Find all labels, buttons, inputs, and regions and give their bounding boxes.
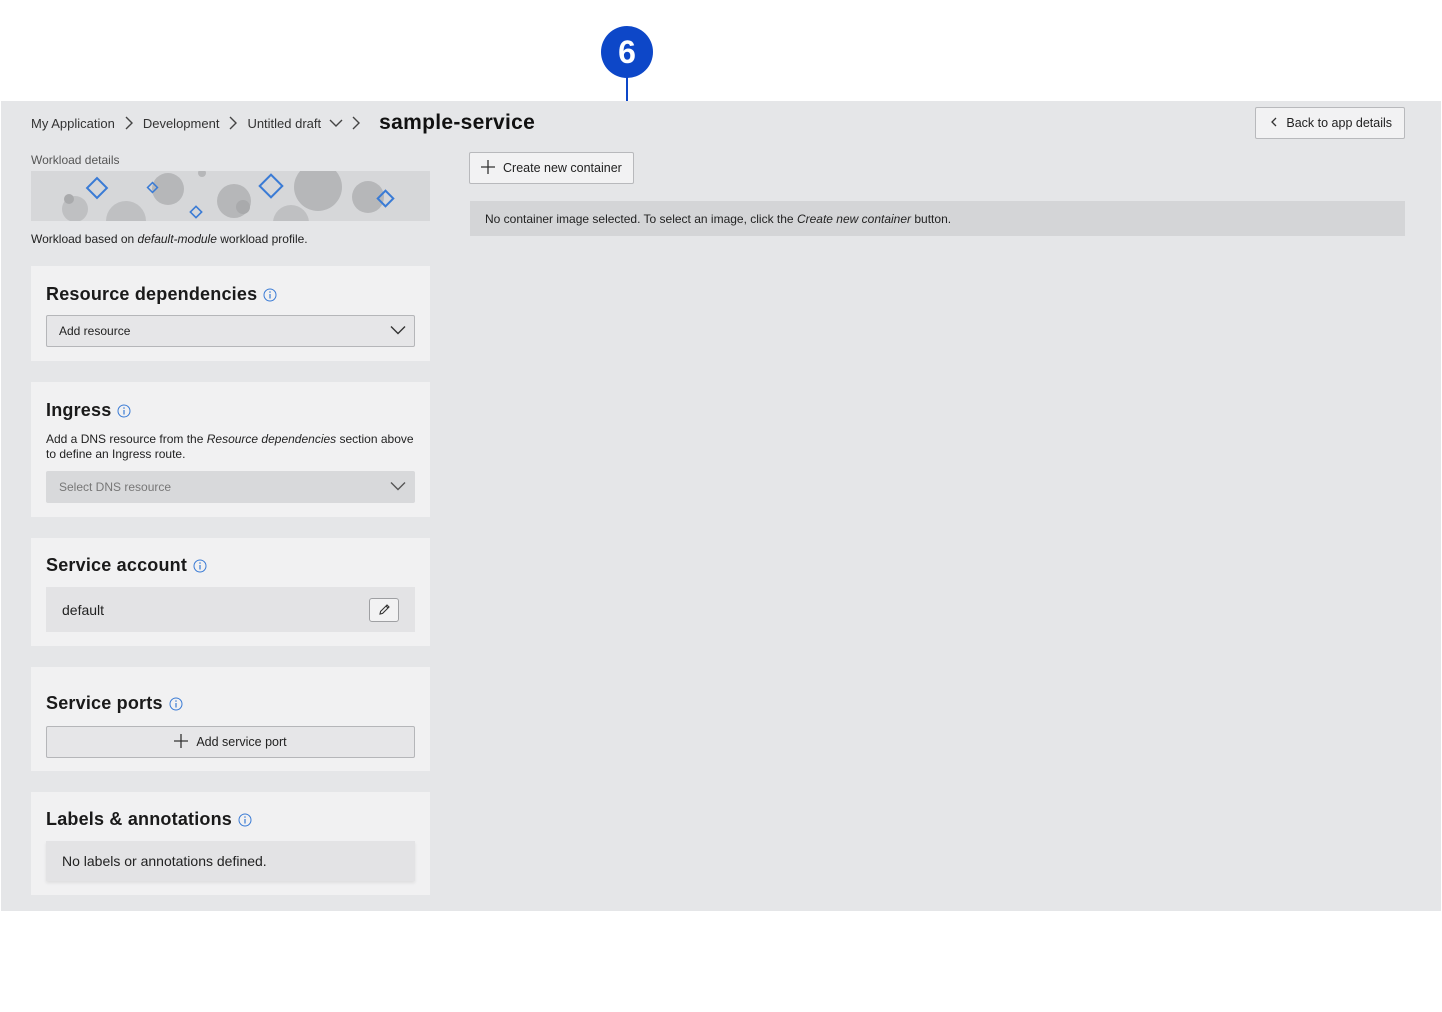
- callout-number: 6: [618, 33, 636, 70]
- notice-suffix: button.: [914, 211, 952, 226]
- labels-annotations-heading: Labels & annotations: [46, 809, 233, 829]
- info-icon[interactable]: [263, 288, 277, 302]
- workload-desc-suffix: workload profile.: [216, 232, 308, 246]
- add-service-port-label: Add service port: [196, 735, 287, 749]
- ingress-title: Ingress: [46, 400, 131, 421]
- info-icon[interactable]: [238, 813, 252, 827]
- info-icon[interactable]: [169, 697, 183, 711]
- edit-service-account-button[interactable]: [369, 597, 399, 622]
- workload-profile-name: default-module: [137, 232, 217, 246]
- workload-profile-description: Workload based on default-module workloa…: [31, 232, 430, 246]
- ingress-description: Add a DNS resource from the Resource dep…: [46, 432, 416, 462]
- back-to-app-details-button[interactable]: Back to app details: [1255, 107, 1405, 139]
- select-dns-resource-select[interactable]: Select DNS resource: [46, 471, 415, 503]
- workload-banner-image: [31, 171, 430, 221]
- no-container-notice: No container image selected. To select a…: [470, 201, 1405, 236]
- add-resource-placeholder: Add resource: [59, 324, 131, 338]
- workload-desc-prefix: Workload based on: [31, 232, 138, 246]
- service-account-value: default: [62, 601, 105, 618]
- callout-badge: 6: [601, 26, 653, 78]
- resource-dependencies-heading: Resource dependencies: [46, 284, 258, 304]
- breadcrumb: My Application Development Untitled draf…: [31, 111, 536, 134]
- info-icon[interactable]: [193, 559, 207, 573]
- breadcrumb-item-draft[interactable]: Untitled draft: [247, 116, 321, 131]
- info-icon[interactable]: [117, 404, 131, 418]
- app-window: My Application Development Untitled draf…: [1, 101, 1441, 911]
- chevron-right-icon: [115, 116, 143, 130]
- chevron-down-icon: [390, 324, 406, 338]
- ingress-desc-prefix: Add a DNS resource from the: [46, 432, 207, 446]
- chevron-down-icon: [390, 480, 406, 494]
- banner-pattern: [62, 171, 395, 221]
- labels-annotations-panel: Labels & annotations No labels or annota…: [31, 792, 430, 895]
- resource-dependencies-title: Resource dependencies: [46, 284, 277, 305]
- service-ports-heading: Service ports: [46, 693, 163, 713]
- plus-icon: [174, 733, 189, 751]
- workload-details: Workload details Workload based on defau…: [31, 153, 430, 246]
- service-ports-panel: Service ports Add service port: [31, 667, 430, 771]
- service-ports-title: Service ports: [46, 693, 183, 714]
- ingress-heading: Ingress: [46, 400, 112, 420]
- select-dns-placeholder: Select DNS resource: [59, 480, 172, 494]
- create-new-container-button[interactable]: Create new container: [469, 152, 634, 184]
- labels-empty-state: No labels or annotations defined.: [46, 841, 415, 881]
- chevron-right-icon: [347, 116, 365, 130]
- page-title: sample-service: [379, 111, 536, 134]
- notice-prefix: No container image selected. To select a…: [485, 211, 794, 226]
- labels-empty-text: No labels or annotations defined.: [62, 853, 267, 869]
- chevron-down-icon[interactable]: [329, 118, 343, 128]
- ingress-desc-link: Resource dependencies: [206, 432, 337, 446]
- back-button-label: Back to app details: [1286, 116, 1392, 130]
- breadcrumb-item-application[interactable]: My Application: [31, 116, 115, 131]
- workload-details-label: Workload details: [31, 153, 120, 167]
- labels-annotations-title: Labels & annotations: [46, 809, 252, 830]
- service-account-field: default: [46, 587, 415, 632]
- service-account-title: Service account: [46, 555, 207, 576]
- add-service-port-button[interactable]: Add service port: [46, 726, 415, 758]
- notice-emphasis: Create new container: [796, 211, 912, 226]
- resource-dependencies-panel: Resource dependencies Add resource: [31, 266, 430, 361]
- ingress-panel: Ingress Add a DNS resource from the Reso…: [31, 382, 430, 517]
- chevron-right-icon: [219, 116, 247, 130]
- plus-icon: [481, 159, 495, 177]
- breadcrumb-item-environment[interactable]: Development: [143, 116, 220, 131]
- service-account-heading: Service account: [46, 555, 188, 575]
- chevron-left-icon: [1270, 116, 1278, 130]
- create-new-container-label: Create new container: [503, 161, 622, 175]
- service-account-panel: Service account default: [31, 538, 430, 646]
- add-resource-select[interactable]: Add resource: [46, 315, 415, 347]
- pencil-icon: [378, 604, 390, 615]
